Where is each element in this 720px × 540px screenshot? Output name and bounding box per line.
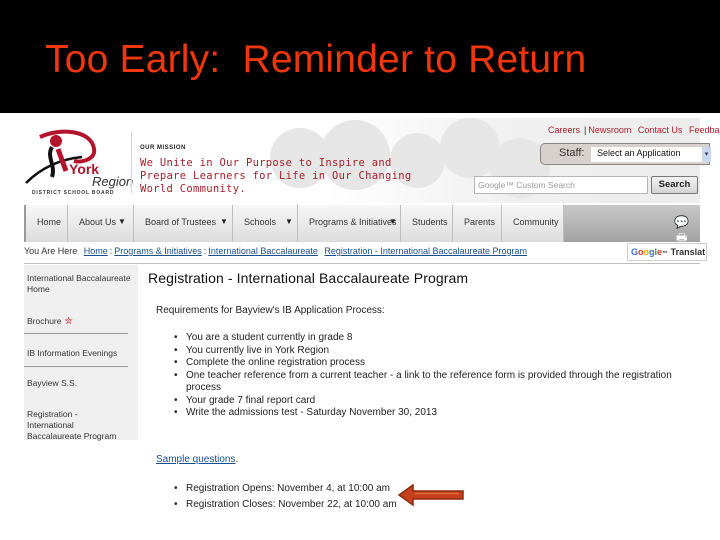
pdf-icon: ✮ xyxy=(64,316,73,327)
list-item: Write the admissions test - Saturday Nov… xyxy=(172,407,692,420)
search-button[interactable]: Search xyxy=(651,176,698,194)
translate-label: Translat xyxy=(670,247,706,257)
breadcrumb-separator: : xyxy=(203,246,207,256)
arrow-left-icon xyxy=(397,483,464,507)
requirements-list: You are a student currently in grade 8 Y… xyxy=(172,332,692,420)
breadcrumb-prefix: You Are Here xyxy=(24,246,78,256)
nav-community[interactable]: Community xyxy=(502,205,564,242)
nav-label: Programs & Initiatives xyxy=(309,217,397,227)
sample-questions-line: Sample questions. xyxy=(156,454,238,465)
website-screenshot: York Region DISTRICT SCHOOL BOARD OUR MI… xyxy=(0,113,720,540)
breadcrumb-divider xyxy=(24,263,700,264)
top-link-contact-us[interactable]: Contact Us xyxy=(638,125,683,135)
google-search-input[interactable]: Google™ Custom Search xyxy=(474,176,648,194)
comment-icon[interactable]: 💬 xyxy=(674,215,689,229)
caret-down-icon: ▼ xyxy=(118,217,126,226)
sidebar-item-registration[interactable]: Registration - International Baccalaurea… xyxy=(24,409,124,442)
caret-down-icon: ▼ xyxy=(220,217,228,226)
nav-programs-initiatives[interactable]: Programs & Initiatives ▼ xyxy=(298,205,401,242)
top-link-feedback[interactable]: Feedba xyxy=(689,125,720,135)
breadcrumb-separator: : xyxy=(109,246,113,256)
breadcrumb-programs[interactable]: Programs & Initiatives xyxy=(114,246,202,256)
caret-down-icon: ▼ xyxy=(285,217,293,226)
main-nav: Home About Us ▼ Board of Trustees ▼ Scho… xyxy=(24,205,700,245)
list-item: You are a student currently in grade 8 xyxy=(172,332,692,345)
yrdsb-logo[interactable]: York Region DISTRICT SCHOOL BOARD xyxy=(22,127,133,197)
logo-region-text: Region xyxy=(92,174,134,189)
registration-closes: Registration Closes: November 22, at 10:… xyxy=(172,497,397,513)
nav-schools[interactable]: Schools ▼ xyxy=(233,205,298,242)
sidebar-item-label: Brochure xyxy=(27,316,62,326)
list-item: You currently live in York Region xyxy=(172,345,692,358)
top-link-newsroom[interactable]: Newsroom xyxy=(588,125,631,135)
sidebar-divider xyxy=(24,333,128,334)
divider: | xyxy=(584,125,587,135)
nav-label: Home xyxy=(37,217,62,227)
mission-statement: We Unite in Our Purpose to Inspire and P… xyxy=(140,157,412,195)
top-link-careers[interactable]: Careers xyxy=(548,125,580,135)
list-item: One teacher reference from a current tea… xyxy=(172,370,692,395)
list-item: Complete the online registration process xyxy=(172,357,692,370)
nav-parents[interactable]: Parents xyxy=(453,205,502,242)
staff-label: Staff: xyxy=(559,147,585,159)
logo-divider xyxy=(131,131,132,193)
requirements-heading: Requirements for Bayview's IB Applicatio… xyxy=(156,305,385,316)
registration-dates: Registration Opens: November 4, at 10:00… xyxy=(172,481,397,513)
breadcrumb: You Are Here Home: Programs & Initiatives… xyxy=(24,246,527,256)
list-item: Your grade 7 final report card xyxy=(172,395,692,408)
google-translate-widget[interactable]: Google™ Translat xyxy=(627,243,707,261)
sample-suffix: . xyxy=(235,454,239,465)
sidebar-item-ib-info-evenings[interactable]: IB Information Evenings xyxy=(24,348,138,359)
sidebar: International Baccalaureate Home Brochur… xyxy=(24,265,138,442)
mission-label: OUR MISSION xyxy=(140,145,186,151)
nav-label: Parents xyxy=(464,217,496,227)
nav-label: Schools xyxy=(244,217,277,227)
nav-label: About Us xyxy=(79,217,117,227)
nav-label: Community xyxy=(513,217,559,227)
registration-opens: Registration Opens: November 4, at 10:00… xyxy=(172,481,397,497)
sidebar-divider xyxy=(24,366,128,367)
nav-students[interactable]: Students xyxy=(401,205,453,242)
sidebar-item-brochure[interactable]: Brochure ✮ xyxy=(24,316,138,327)
breadcrumb-home[interactable]: Home xyxy=(84,246,108,256)
nav-label: Board of Trustees xyxy=(145,217,217,227)
nav-home[interactable]: Home xyxy=(26,205,68,242)
google-logo-icon: Google xyxy=(631,247,663,257)
nav-board-of-trustees[interactable]: Board of Trustees ▼ xyxy=(134,205,233,242)
chevron-down-icon: ▾ xyxy=(702,147,711,162)
nav-about-us[interactable]: About Us ▼ xyxy=(68,205,134,242)
slide-title-band: Too Early: Reminder to Return xyxy=(0,0,720,113)
page-title: Registration - International Baccalaurea… xyxy=(148,270,469,286)
top-links: Careers | Newsroom Contact Us Feedba xyxy=(548,125,720,135)
logo-subtitle: DISTRICT SCHOOL BOARD xyxy=(32,190,115,196)
sidebar-item-bayview[interactable]: Bayview S.S. xyxy=(24,378,138,389)
breadcrumb-registration[interactable]: Registration - International Baccalaurea… xyxy=(324,246,527,256)
sample-questions-link[interactable]: Sample questions xyxy=(156,454,236,465)
slide-title: Too Early: Reminder to Return xyxy=(45,38,587,81)
staff-app-selector: Staff: Select an Application ▾ xyxy=(540,143,711,165)
breadcrumb-ib[interactable]: International Baccalaureate xyxy=(208,246,318,256)
sidebar-item-ib-home[interactable]: International Baccalaureate Home xyxy=(24,273,138,295)
caret-down-icon: ▼ xyxy=(389,217,397,226)
nav-label: Students xyxy=(412,217,448,227)
staff-application-select[interactable]: Select an Application ▾ xyxy=(591,147,711,162)
staff-select-value: Select an Application xyxy=(597,148,681,158)
